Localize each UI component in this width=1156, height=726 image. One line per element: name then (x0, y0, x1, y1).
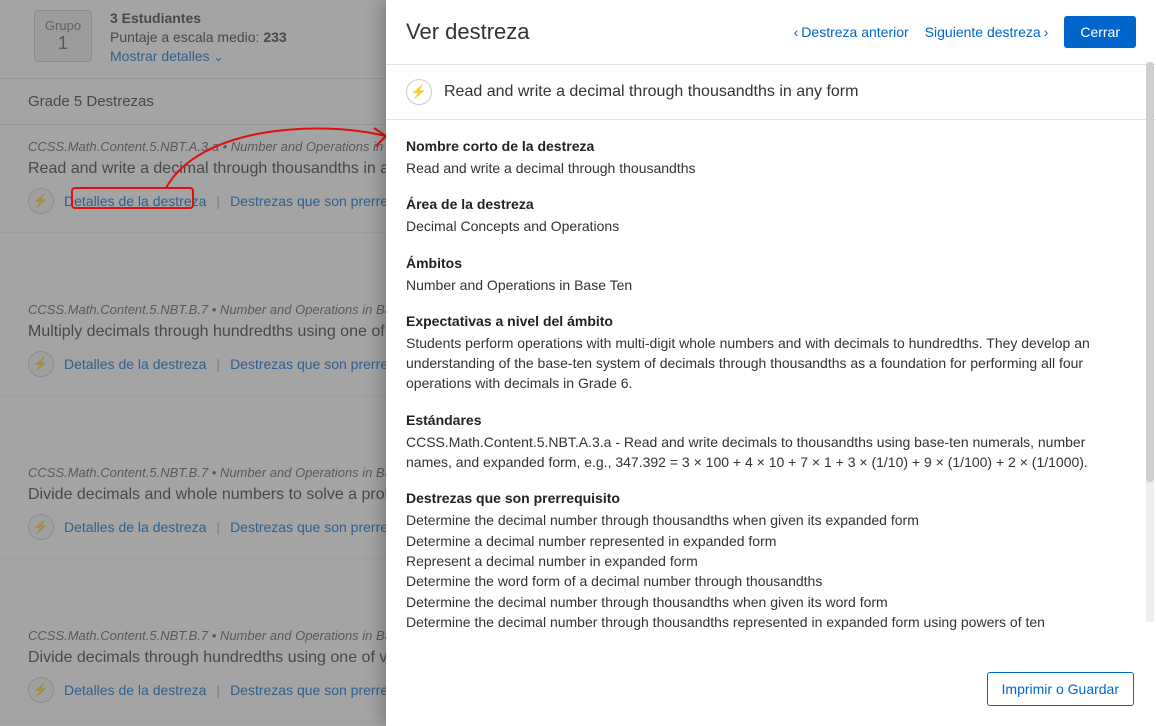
ambitos-label: Ámbitos (406, 255, 1128, 271)
bolt-icon: ⚡ (406, 79, 432, 105)
prereq-label: Destrezas que son prerrequisito (406, 490, 1128, 506)
area-label: Área de la destreza (406, 196, 1128, 212)
prev-skill-label: Destreza anterior (801, 24, 908, 40)
prereq-item: Determine a decimal number represented i… (406, 531, 1128, 551)
prereq-item: Determine the decimal number through tho… (406, 592, 1128, 612)
chevron-left-icon: ‹ (794, 24, 799, 40)
chevron-right-icon: › (1044, 24, 1049, 40)
next-skill-label: Siguiente destreza (925, 24, 1041, 40)
scrollbar-thumb[interactable] (1146, 62, 1154, 482)
prereq-item: Determine the word form of a decimal num… (406, 571, 1128, 591)
expectativas-label: Expectativas a nivel del ámbito (406, 313, 1128, 329)
prereq-item: Determine the decimal number through tho… (406, 510, 1128, 530)
prereq-item: Determine the decimal number through tho… (406, 612, 1128, 632)
estandares-value: CCSS.Math.Content.5.NBT.A.3.a - Read and… (406, 432, 1128, 473)
next-skill-link[interactable]: Siguiente destreza › (925, 24, 1049, 40)
short-name-label: Nombre corto de la destreza (406, 138, 1128, 154)
skill-detail-panel: Ver destreza ‹ Destreza anterior Siguien… (386, 0, 1156, 726)
estandares-label: Estándares (406, 412, 1128, 428)
short-name-value: Read and write a decimal through thousan… (406, 158, 1128, 178)
close-button[interactable]: Cerrar (1064, 16, 1136, 48)
ambitos-value: Number and Operations in Base Ten (406, 275, 1128, 295)
area-value: Decimal Concepts and Operations (406, 216, 1128, 236)
prereq-item: Represent a decimal number in expanded f… (406, 551, 1128, 571)
panel-title: Ver destreza (406, 19, 530, 45)
panel-subhead-text: Read and write a decimal through thousan… (444, 83, 858, 101)
expectativas-value: Students perform operations with multi-d… (406, 333, 1128, 394)
print-save-button[interactable]: Imprimir o Guardar (987, 672, 1134, 706)
prev-skill-link[interactable]: ‹ Destreza anterior (794, 24, 909, 40)
